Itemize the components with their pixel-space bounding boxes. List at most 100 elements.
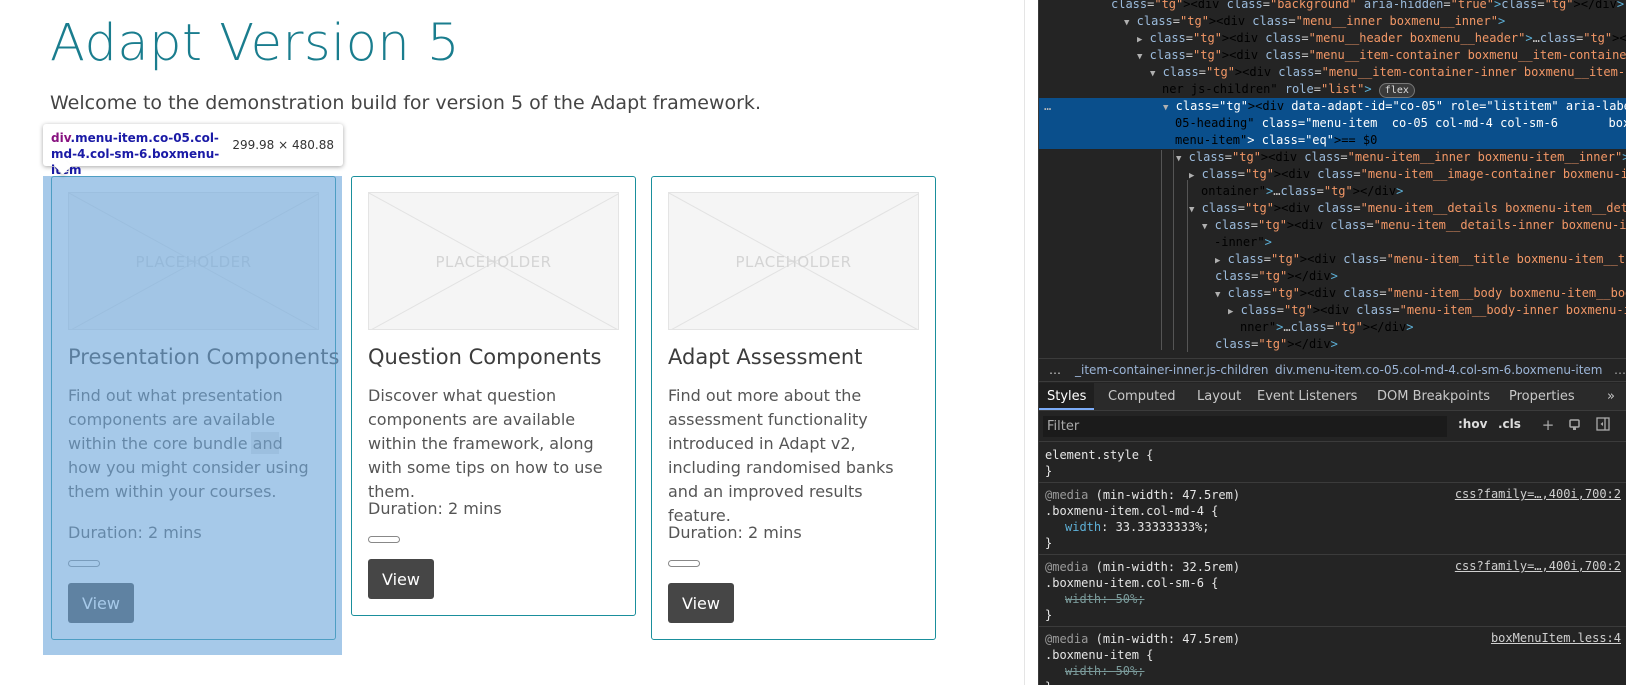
dom-node-line[interactable]: ▼ class="tg"><div data-adapt-id="co-05" … bbox=[1163, 98, 1626, 115]
rule-declaration[interactable]: width: 50%; bbox=[1065, 591, 1144, 607]
flex-badge[interactable]: flex bbox=[1378, 83, 1415, 98]
tab-properties[interactable]: Properties bbox=[1509, 383, 1575, 410]
expand-triangle-icon[interactable]: ▶ bbox=[1137, 35, 1142, 45]
page-viewport: Adapt Version 5 Welcome to the demonstra… bbox=[0, 0, 1024, 685]
dom-node-line[interactable]: ▼ class="tg"><div class="menu__item-cont… bbox=[1150, 64, 1626, 81]
node-actions-ellipsis[interactable]: … bbox=[1044, 99, 1051, 113]
expand-triangle-icon[interactable]: ▼ bbox=[1215, 290, 1220, 300]
devtools-panel: … class="tg"><div class="background" ari… bbox=[1038, 0, 1626, 685]
tree-guide-line bbox=[1173, 150, 1174, 350]
css-rule[interactable]: @media (min-width: 47.5rem) .boxmenu-item… bbox=[1039, 483, 1626, 555]
dom-node-line[interactable]: ▶ class="tg"><div class="menu-item__imag… bbox=[1189, 166, 1626, 183]
rule-close-brace: } bbox=[1045, 608, 1053, 622]
dom-node-line[interactable]: ▼ class="tg"><div class="menu__inner box… bbox=[1124, 13, 1505, 30]
expand-triangle-icon[interactable]: ▼ bbox=[1189, 205, 1194, 215]
rule-source-link[interactable]: css?family=…,400i,700:2 bbox=[1455, 487, 1621, 501]
tooltip-size: 299.98 × 480.88 bbox=[232, 138, 334, 152]
view-button[interactable]: View bbox=[368, 559, 434, 599]
dom-node-line[interactable]: ▶ class="tg"><div class="menu__header bo… bbox=[1137, 30, 1626, 47]
card-duration: Duration: 2 mins bbox=[668, 523, 802, 542]
cls-button[interactable]: .cls bbox=[1498, 417, 1521, 431]
dom-node-line[interactable]: ▼ class="tg"><div class="menu-item__deta… bbox=[1189, 200, 1626, 217]
tree-guide-line bbox=[1161, 150, 1162, 350]
dom-node-line[interactable]: nner">…class="tg"></div> bbox=[1240, 319, 1413, 336]
breadcrumb-item[interactable]: _item-container-inner.js-children bbox=[1075, 359, 1269, 381]
menu-item-card[interactable]: PLACEHOLDER Adapt Assessment Find out mo… bbox=[651, 176, 936, 640]
styles-filter-input[interactable] bbox=[1043, 416, 1447, 437]
dom-node-line[interactable]: 05-heading" class="menu-item co-05 col-m… bbox=[1175, 115, 1626, 132]
view-button[interactable]: View bbox=[668, 583, 734, 623]
breadcrumb-overflow-end[interactable]: … bbox=[1614, 359, 1626, 381]
dom-node-line[interactable]: ▶ class="tg"><div class="menu-item__body… bbox=[1228, 302, 1626, 319]
page-scrollbar-gutter[interactable] bbox=[1024, 0, 1038, 685]
rule-selector[interactable]: .boxmenu-item.col-sm-6 { bbox=[1045, 575, 1218, 591]
progress-bar bbox=[668, 560, 700, 567]
dom-node-line[interactable]: class="tg"></div> bbox=[1215, 336, 1338, 352]
toggle-sidebar-icon[interactable] bbox=[1595, 417, 1611, 433]
card-duration: Duration: 2 mins bbox=[368, 499, 502, 518]
tree-guide-line bbox=[1187, 180, 1188, 352]
tab-dom-breakpoints[interactable]: DOM Breakpoints bbox=[1377, 383, 1490, 410]
css-rule[interactable]: element.style {} bbox=[1039, 443, 1626, 483]
styles-tabbar: Styles Computed Layout Event Listeners D… bbox=[1039, 383, 1626, 411]
rule-selector[interactable]: .boxmenu-item { bbox=[1045, 647, 1153, 663]
tooltip-classes: .menu-item.co-05.col-md-4.col-sm-6.boxme… bbox=[51, 131, 220, 177]
progress-bar bbox=[68, 560, 100, 567]
expand-triangle-icon[interactable]: ▼ bbox=[1150, 69, 1155, 79]
dom-node-line[interactable]: ▼ class="tg"><div class="menu-item__inne… bbox=[1176, 149, 1626, 166]
expand-triangle-icon[interactable]: ▶ bbox=[1189, 171, 1194, 181]
dom-node-line[interactable]: class="tg"><div class="background" aria-… bbox=[1111, 0, 1624, 13]
dom-node-line[interactable]: ▼ class="tg"><div class="menu__item-cont… bbox=[1137, 47, 1626, 64]
view-button[interactable]: View bbox=[68, 583, 134, 623]
rule-close-brace: } bbox=[1045, 464, 1053, 478]
rule-declaration[interactable]: width: 50%; bbox=[1065, 663, 1144, 679]
menu-item-card[interactable]: PLACEHOLDER Question Components Discover… bbox=[351, 176, 636, 616]
tab-event-listeners[interactable]: Event Listeners bbox=[1257, 383, 1357, 410]
dom-node-line[interactable]: ▶ class="tg"><div class="menu-item__titl… bbox=[1215, 251, 1626, 268]
menu-item-card[interactable]: PLACEHOLDER Presentation Components Find… bbox=[51, 176, 340, 640]
text-selection-highlight bbox=[251, 432, 279, 454]
tab-computed[interactable]: Computed bbox=[1108, 383, 1176, 410]
tab-layout[interactable]: Layout bbox=[1197, 383, 1241, 410]
breadcrumb: … _item-container-inner.js-children div.… bbox=[1039, 358, 1626, 382]
rule-close-brace: } bbox=[1045, 679, 1052, 685]
dom-node-line[interactable]: ▼ class="tg"><div class="menu-item__deta… bbox=[1202, 217, 1626, 234]
dom-node-line[interactable]: menu-item"> class="eq">== $0 bbox=[1175, 132, 1377, 149]
expand-triangle-icon[interactable]: ▶ bbox=[1215, 256, 1220, 266]
expand-triangle-icon[interactable]: ▼ bbox=[1137, 52, 1142, 62]
paint-bucket-icon[interactable] bbox=[1567, 417, 1583, 433]
tab-styles[interactable]: Styles bbox=[1039, 383, 1095, 410]
breadcrumb-item-selected[interactable]: div.menu-item.co-05.col-md-4.col-sm-6.bo… bbox=[1275, 359, 1602, 381]
dom-node-line[interactable]: ontainer">…class="tg"></div> bbox=[1201, 183, 1403, 200]
expand-triangle-icon[interactable]: ▶ bbox=[1228, 307, 1233, 317]
hov-button[interactable]: :hov bbox=[1458, 417, 1487, 431]
tooltip-selector: div.menu-item.co-05.col-md-4.col-sm-6.bo… bbox=[51, 130, 236, 178]
dom-node-line[interactable]: class="tg"></div> bbox=[1215, 268, 1338, 285]
card-title: Presentation Components bbox=[68, 345, 340, 369]
tooltip-tag: div bbox=[51, 131, 71, 145]
rule-source-link[interactable]: css?family=…,400i,700:2 bbox=[1455, 559, 1621, 573]
expand-triangle-icon[interactable]: ▼ bbox=[1124, 18, 1129, 28]
rule-source-link[interactable]: boxMenuItem.less:4 bbox=[1491, 631, 1621, 645]
css-rule[interactable]: @media (min-width: 32.5rem) .boxmenu-item… bbox=[1039, 555, 1626, 627]
page-title: Adapt Version 5 bbox=[50, 14, 460, 73]
css-rule[interactable]: @media (min-width: 47.5rem) .boxmenu-item… bbox=[1039, 627, 1626, 685]
expand-triangle-icon[interactable]: ▼ bbox=[1176, 154, 1181, 164]
media-query: @media (min-width: 47.5rem) bbox=[1045, 488, 1241, 502]
dom-node-line[interactable]: -inner"> bbox=[1214, 234, 1272, 251]
placeholder-label: PLACEHOLDER bbox=[735, 253, 852, 271]
new-rule-plus-icon[interactable]: + bbox=[1540, 417, 1556, 433]
placeholder-image: PLACEHOLDER bbox=[668, 192, 919, 330]
dom-node-line[interactable]: ner js-children" role="list"> flex bbox=[1162, 81, 1415, 98]
rule-selector[interactable]: .boxmenu-item.col-md-4 { bbox=[1045, 503, 1218, 519]
placeholder-label: PLACEHOLDER bbox=[135, 253, 252, 271]
expand-triangle-icon[interactable]: ▼ bbox=[1202, 222, 1207, 232]
rule-declaration[interactable]: width: 33.33333333%; bbox=[1065, 519, 1210, 535]
breadcrumb-overflow[interactable]: … bbox=[1049, 359, 1061, 381]
elements-dom-tree[interactable]: … class="tg"><div class="background" ari… bbox=[1039, 0, 1626, 352]
tabs-overflow-icon[interactable]: » bbox=[1607, 383, 1615, 410]
rule-selector[interactable]: element.style { bbox=[1045, 447, 1153, 463]
expand-triangle-icon[interactable]: ▼ bbox=[1163, 103, 1168, 113]
dom-node-line[interactable]: ▼ class="tg"><div class="menu-item__body… bbox=[1215, 285, 1626, 302]
styles-rules-pane[interactable]: element.style {} @media (min-width: 47.5r… bbox=[1039, 443, 1626, 685]
